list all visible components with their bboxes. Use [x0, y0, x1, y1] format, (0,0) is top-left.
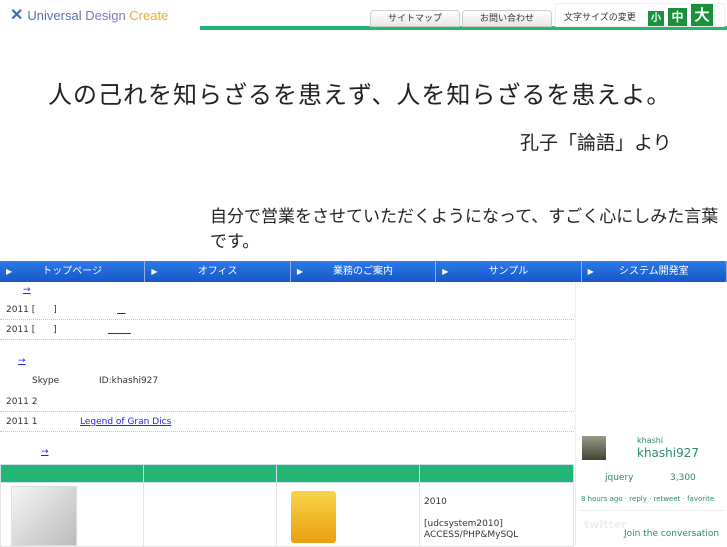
news-row: 2011 [ ]: [0, 320, 574, 340]
news-row: 2011 [ ]: [0, 300, 574, 320]
blog-link[interactable]: Legend of Gran Dics: [80, 412, 171, 432]
arrow-icon: ▶: [587, 267, 594, 276]
nav-label: サンプル: [488, 266, 529, 277]
arrow-icon: ▶: [151, 267, 158, 276]
table-header: [0, 464, 144, 483]
product-name: [udcsystem2010]: [424, 519, 503, 529]
twitter-widget: khashi khashi927 jquery 3,300 8 hours ag…: [575, 282, 727, 545]
logo-icon: ✕: [10, 7, 24, 24]
nav-samples[interactable]: ▶ サンプル: [436, 261, 582, 282]
join-conversation-link[interactable]: Join the conversation: [624, 529, 719, 539]
sitemap-link[interactable]: サイトマップ: [370, 10, 460, 27]
manual-image[interactable]: [11, 486, 77, 546]
hero-comment: 自分で営業をさせていただくようになって、すごく心にしみた言葉です。: [210, 207, 719, 252]
hero-source: 孔子「論語」より: [520, 132, 672, 154]
product-year: 2010: [424, 497, 447, 507]
avatar[interactable]: [582, 436, 606, 460]
twitter-logo: twitter: [584, 518, 627, 531]
twitter-handle[interactable]: khashi927: [637, 446, 699, 460]
table-header: [276, 464, 420, 483]
font-size-label: 文字サイズの変更: [564, 13, 636, 23]
hero-quote: 人の己れを知らざるを患えず、人を知らざるを患えよ。: [48, 81, 672, 109]
nav-system-dev[interactable]: ▶ システム開発室: [581, 261, 727, 282]
logo[interactable]: ✕ Universal Design Create: [10, 5, 168, 25]
table-header: [143, 464, 277, 483]
product-cell: [276, 482, 420, 547]
nav-label: システム開発室: [618, 266, 689, 277]
blog-more-link[interactable]: →: [18, 356, 75, 366]
nav-services[interactable]: ▶ 業務のご案内: [290, 261, 437, 282]
skype-id: ID:khashi927: [99, 376, 159, 386]
font-small-button[interactable]: 小: [648, 11, 664, 26]
nav-label: 業務のご案内: [333, 266, 394, 277]
nav-office[interactable]: ▶ オフィス: [145, 261, 291, 282]
product-tech: ACCESS/PHP&MySQL: [424, 530, 519, 540]
header: ✕ Universal Design Create サイトマップ お問い合わせ 文…: [0, 0, 727, 30]
arrow-icon: ▶: [296, 267, 303, 276]
font-size-switcher: 文字サイズの変更 小 中 大: [555, 3, 725, 27]
news-more-link[interactable]: →: [23, 285, 56, 295]
product-cell: 2010 [udcsystem2010] ACCESS/PHP&MySQL: [419, 482, 574, 547]
twitter-name[interactable]: khashi: [637, 436, 663, 445]
reply-link[interactable]: reply: [629, 495, 647, 503]
arrow-icon: ▶: [6, 267, 13, 276]
logo-text-c: Create: [129, 7, 169, 23]
arrow-icon: ▶: [442, 267, 449, 276]
skype-label: Skype: [32, 376, 60, 386]
tweet-time[interactable]: 8 hours ago: [581, 495, 623, 503]
tweet-meta: 8 hours ago · reply · retweet · favorite: [581, 495, 715, 503]
nav-label: トップページ: [42, 266, 103, 277]
news-date: 2011 [ ]: [6, 305, 57, 315]
tweet-text: jquery: [605, 473, 634, 483]
main-nav: ▶ トップページ ▶ オフィス ▶ 業務のご案内 ▶ サンプル ▶ システム開発室: [0, 261, 727, 282]
product-cell: [0, 482, 144, 547]
tweet-count: 3,300: [670, 473, 696, 483]
font-medium-button[interactable]: 中: [668, 8, 687, 26]
hero-calligraphy: 人の己れを知らざるを患えず、人を知らざるを患えよ。 孔子「論語」より 自分で営業…: [0, 30, 727, 260]
nav-top[interactable]: ▶ トップページ: [0, 261, 146, 282]
blog-row: 2011 2: [0, 392, 574, 412]
logo-text-u: Universal: [27, 7, 86, 23]
nav-label: オフィス: [197, 266, 238, 277]
products-more-link[interactable]: →: [41, 447, 89, 457]
blog-date: 2011 1: [6, 417, 38, 427]
software-box-icon[interactable]: [291, 491, 336, 543]
table-header: [419, 464, 574, 483]
favorite-link[interactable]: favorite: [687, 495, 714, 503]
products-table: 2010 [udcsystem2010] ACCESS/PHP&MySQL: [0, 464, 574, 547]
news-date: 2011 [ ]: [6, 325, 57, 335]
blog-row: 2011 1 Legend of Gran Dics: [0, 412, 574, 432]
retweet-link[interactable]: retweet: [654, 495, 681, 503]
product-cell: [143, 482, 277, 547]
contact-link[interactable]: お問い合わせ: [462, 10, 552, 27]
logo-text-d: Design: [85, 7, 130, 23]
blog-date: 2011 2: [6, 397, 38, 407]
font-large-button[interactable]: 大: [691, 4, 713, 26]
